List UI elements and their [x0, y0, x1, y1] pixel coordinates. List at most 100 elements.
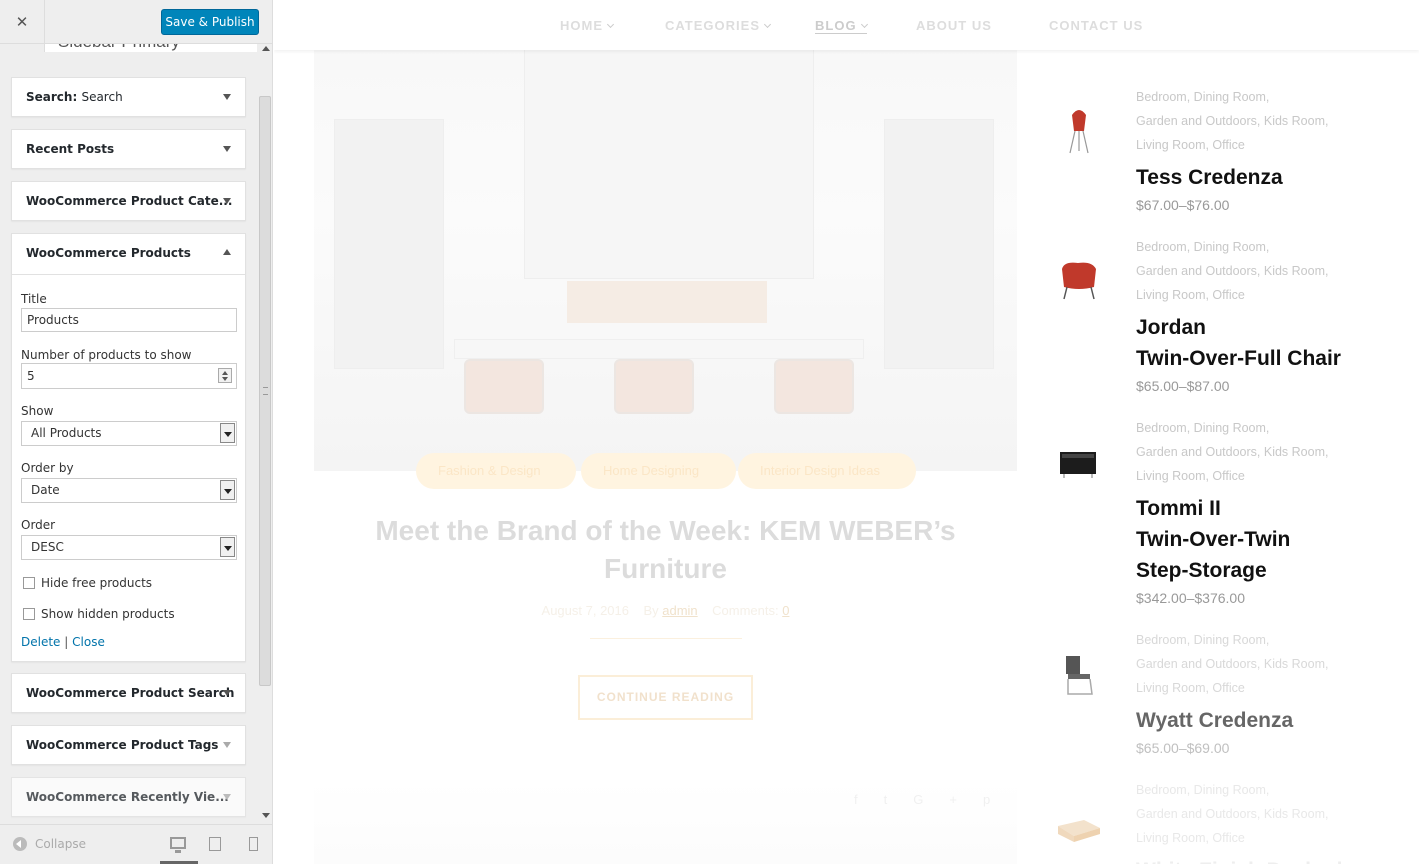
- product-name-line: Tess Credenza: [1136, 166, 1283, 189]
- save-publish-button[interactable]: Save & Publish: [161, 9, 259, 35]
- widget-title[interactable]: WooCommerce Recently Vie...: [12, 778, 245, 816]
- post-title[interactable]: Meet the Brand of the Week: KEM WEBER’s …: [314, 512, 1017, 588]
- spinner-icon[interactable]: [218, 368, 232, 383]
- pinterest-icon[interactable]: p: [983, 792, 1016, 807]
- show-hidden-row[interactable]: Show hidden products: [23, 607, 175, 621]
- nav-contact[interactable]: CONTACT US: [1049, 18, 1143, 33]
- dropdown-arrow-icon[interactable]: [220, 537, 235, 557]
- show-value: All Products: [31, 426, 102, 440]
- chevron-down-icon[interactable]: [223, 94, 231, 100]
- post-featured-image[interactable]: [314, 49, 1017, 471]
- order-label: Order: [21, 518, 56, 532]
- chevron-down-icon[interactable]: [223, 794, 231, 800]
- product-name[interactable]: Jordan Twin-Over-Full Chair: [1136, 312, 1396, 374]
- table: [454, 339, 864, 359]
- widget-recently-viewed[interactable]: WooCommerce Recently Vie...: [11, 777, 246, 817]
- widget-title[interactable]: WooCommerce Product Cate...: [12, 182, 245, 220]
- widget-woocommerce-products[interactable]: WooCommerce Products Title Products Numb…: [11, 233, 246, 662]
- chevron-down-icon[interactable]: [223, 146, 231, 152]
- chevron-up-icon[interactable]: [223, 249, 231, 255]
- show-select[interactable]: All Products: [21, 421, 237, 446]
- widget-title[interactable]: WooCommerce Product Search: [12, 674, 245, 712]
- product-cat-line[interactable]: Living Room, Office: [1136, 283, 1396, 307]
- nav-about[interactable]: ABOUT US: [916, 18, 992, 33]
- cabinet-icon[interactable]: [1054, 438, 1104, 488]
- tag-pill[interactable]: Fashion & Design: [416, 453, 576, 489]
- red-chair-icon[interactable]: [1054, 105, 1104, 155]
- dropdown-arrow-icon[interactable]: [220, 480, 235, 500]
- nav-categories[interactable]: CATEGORIES: [665, 18, 772, 33]
- continue-reading-button[interactable]: CONTINUE READING: [578, 675, 753, 720]
- hide-free-row[interactable]: Hide free products: [23, 576, 152, 590]
- product-name-line: Twin-Over-Twin: [1136, 528, 1291, 551]
- tag-pill[interactable]: Interior Design Ideas: [738, 453, 916, 489]
- widget-title[interactable]: WooCommerce Products: [12, 234, 245, 272]
- product-name-line: Tommi II: [1136, 497, 1221, 520]
- product-cat-line[interactable]: Bedroom, Dining Room,: [1136, 235, 1396, 259]
- title-input[interactable]: Products: [21, 308, 237, 332]
- product-cat-line[interactable]: Garden and Outdoors, Kids Room,: [1136, 440, 1396, 464]
- separator: |: [64, 635, 69, 649]
- hide-free-checkbox[interactable]: [23, 577, 35, 589]
- comments-link[interactable]: 0: [782, 603, 789, 618]
- nav-blog[interactable]: BLOG: [815, 18, 868, 34]
- product-categories: Bedroom, Dining Room, Garden and Outdoor…: [1136, 416, 1396, 488]
- widget-recent-posts[interactable]: Recent Posts: [11, 129, 246, 169]
- product-cat-line[interactable]: Bedroom, Dining Room,: [1136, 628, 1396, 652]
- product-cat-line[interactable]: Garden and Outdoors, Kids Room,: [1136, 652, 1396, 676]
- mobile-icon[interactable]: [249, 837, 258, 851]
- scroll-up-icon[interactable]: [262, 46, 270, 51]
- facebook-icon[interactable]: f: [854, 792, 884, 807]
- number-input[interactable]: 5: [21, 363, 237, 389]
- nav-home[interactable]: HOME: [560, 18, 615, 33]
- twitter-icon[interactable]: t: [884, 792, 914, 807]
- author-link[interactable]: admin: [662, 603, 697, 618]
- scroll-down-icon[interactable]: [262, 813, 270, 818]
- show-hidden-checkbox[interactable]: [23, 608, 35, 620]
- product-cat-line[interactable]: Living Room, Office: [1136, 676, 1396, 700]
- nav-blog-label: BLOG: [815, 18, 857, 33]
- bed-icon[interactable]: [1054, 806, 1104, 856]
- product-cat-line[interactable]: Garden and Outdoors, Kids Room,: [1136, 109, 1396, 133]
- product-cat-line[interactable]: Bedroom, Dining Room,: [1136, 416, 1396, 440]
- armchair-icon[interactable]: [1054, 255, 1104, 305]
- chevron-down-icon: [606, 20, 615, 29]
- chevron-down-icon[interactable]: [223, 742, 231, 748]
- close-link[interactable]: Close: [72, 635, 105, 649]
- close-customizer-button[interactable]: ✕: [0, 0, 45, 44]
- orderby-value: Date: [31, 483, 60, 497]
- desktop-icon[interactable]: [170, 837, 186, 853]
- widget-product-tags[interactable]: WooCommerce Product Tags: [11, 725, 246, 765]
- delete-link[interactable]: Delete: [21, 635, 60, 649]
- product-name[interactable]: Tess Credenza: [1136, 162, 1396, 193]
- tag-pill[interactable]: Home Designing: [581, 453, 736, 489]
- product-cat-line[interactable]: Bedroom, Dining Room,: [1136, 85, 1396, 109]
- product-cat-line[interactable]: Bedroom, Dining Room,: [1136, 778, 1396, 802]
- post-date[interactable]: August 7, 2016: [542, 603, 629, 618]
- collapse-button[interactable]: Collapse: [13, 837, 86, 851]
- google-plus-icon[interactable]: G+: [913, 792, 983, 807]
- metal-chair-icon[interactable]: [1054, 650, 1104, 700]
- product-cat-line[interactable]: Living Room, Office: [1136, 133, 1396, 157]
- scrollbar-thumb[interactable]: [259, 96, 271, 686]
- chevron-down-icon[interactable]: [223, 198, 231, 204]
- widget-search[interactable]: Search: Search: [11, 77, 246, 117]
- tablet-icon[interactable]: [209, 837, 221, 851]
- product-name[interactable]: White Finish Daybed: [1136, 855, 1396, 864]
- order-select[interactable]: DESC: [21, 535, 237, 560]
- widget-title[interactable]: WooCommerce Product Tags: [12, 726, 245, 764]
- product-name-line: Step-Storage: [1136, 559, 1267, 582]
- product-cat-line[interactable]: Living Room, Office: [1136, 826, 1396, 850]
- dropdown-arrow-icon[interactable]: [220, 423, 235, 443]
- product-cat-line[interactable]: Living Room, Office: [1136, 464, 1396, 488]
- widget-product-categories[interactable]: WooCommerce Product Cate...: [11, 181, 246, 221]
- product-cat-line[interactable]: Garden and Outdoors, Kids Room,: [1136, 802, 1396, 826]
- product-cat-line[interactable]: Garden and Outdoors, Kids Room,: [1136, 259, 1396, 283]
- orderby-select[interactable]: Date: [21, 478, 237, 503]
- product-name[interactable]: Tommi II Twin-Over-Twin Step-Storage: [1136, 493, 1396, 586]
- widget-title[interactable]: Recent Posts: [12, 130, 245, 168]
- product-name[interactable]: Wyatt Credenza: [1136, 705, 1396, 736]
- chevron-down-icon[interactable]: [223, 690, 231, 696]
- widget-title[interactable]: Search: Search: [12, 78, 245, 116]
- widget-product-search[interactable]: WooCommerce Product Search: [11, 673, 246, 713]
